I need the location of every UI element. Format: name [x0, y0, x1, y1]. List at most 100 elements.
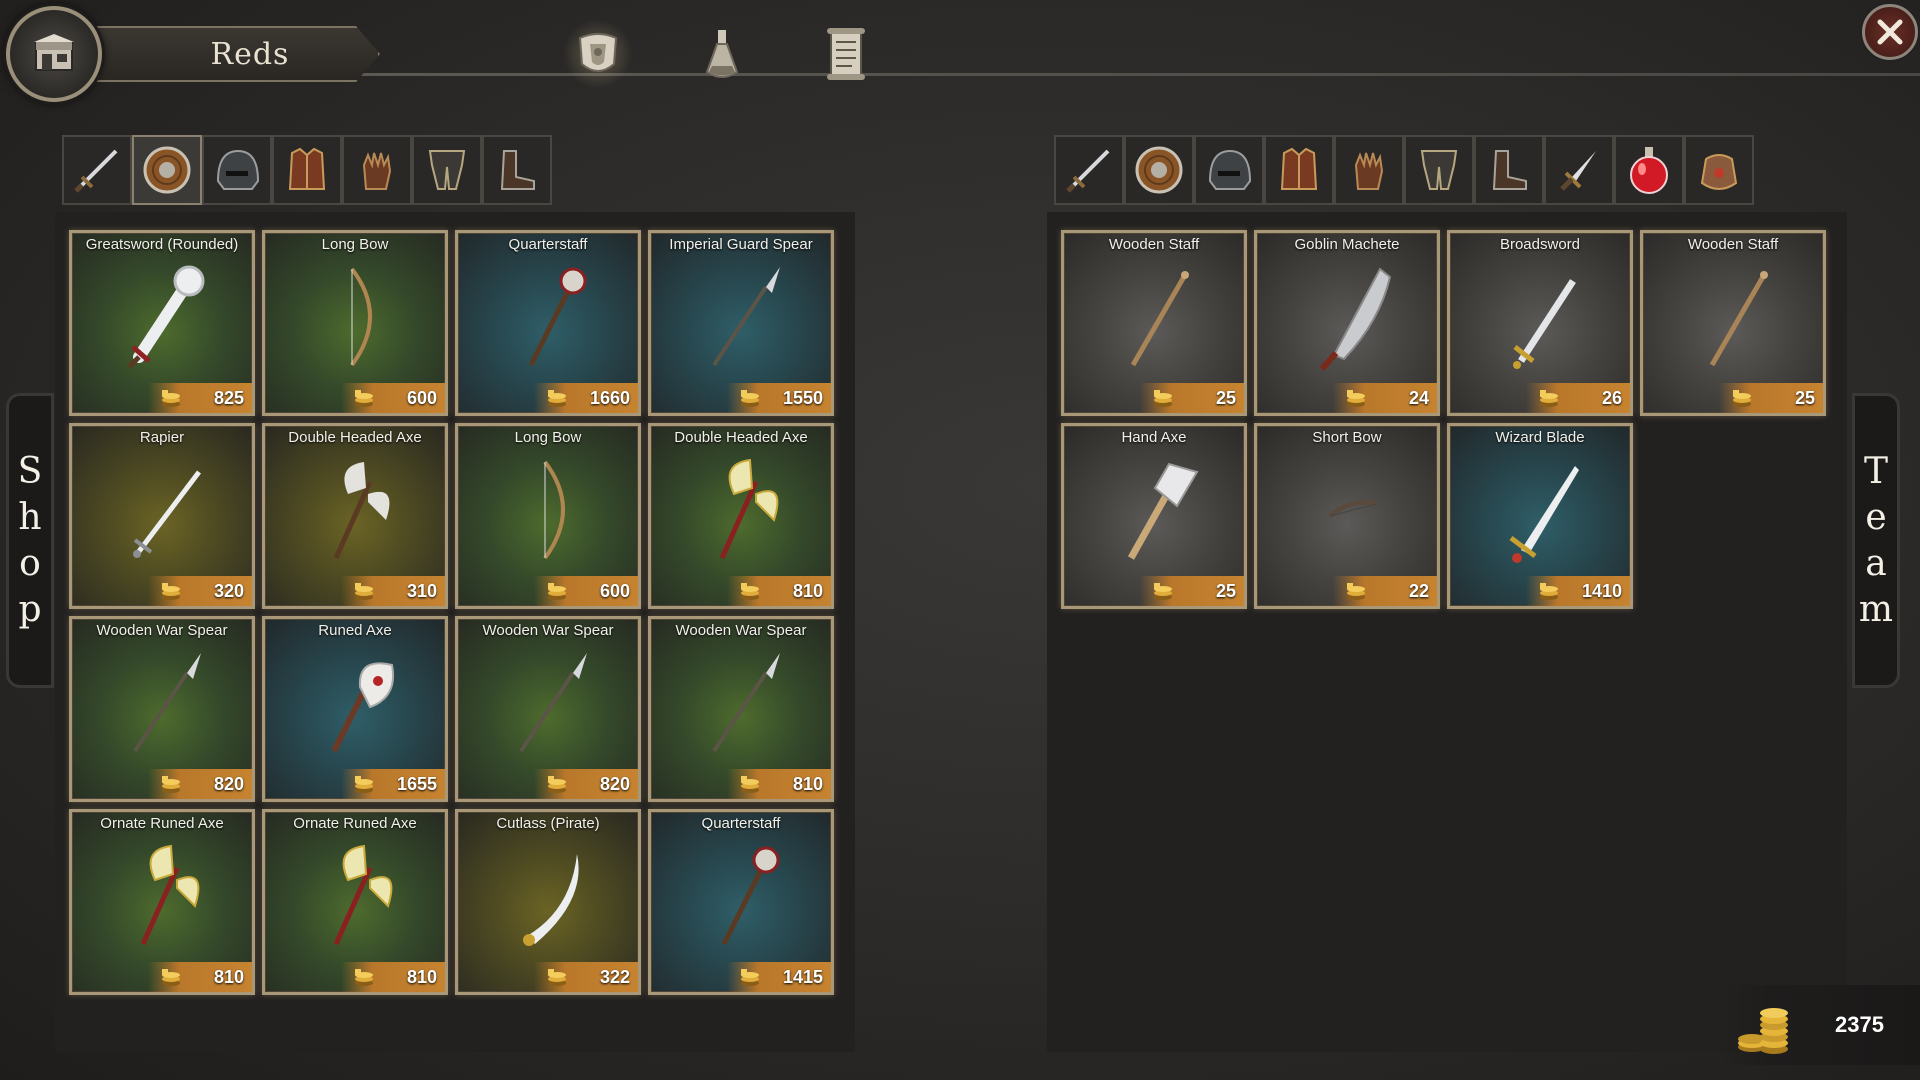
item-price-tag: 600 [341, 383, 445, 413]
item-name: Goblin Machete [1294, 236, 1400, 253]
item-price-tag: 810 [148, 962, 252, 992]
item-price: 820 [213, 773, 244, 794]
shop-panel: Greatsword (Rounded) 825 Long Bow 600 Quarte… [55, 212, 855, 1052]
item-card[interactable]: Ornate Runed Axe 810 [262, 809, 448, 995]
gold-counter: 2375 [1718, 985, 1920, 1065]
item-price-tag: 322 [534, 962, 638, 992]
runed-axe-weapon-icon [331, 662, 394, 753]
item-card[interactable]: Rapier 320 [69, 423, 255, 609]
item-card[interactable]: Broadsword 26 [1447, 230, 1633, 416]
item-name: Wooden Staff [1687, 236, 1779, 253]
top-bar: Reds [0, 0, 1920, 110]
item-card[interactable]: Double Headed Axe 810 [648, 423, 834, 609]
bow-weapon-icon [350, 267, 372, 367]
team-category-boots[interactable] [1474, 135, 1544, 205]
item-price-tag: 310 [341, 576, 445, 606]
potions-tab[interactable] [686, 18, 758, 90]
item-card[interactable]: Cutlass (Pirate) 322 [455, 809, 641, 995]
item-price-tag: 825 [148, 383, 252, 413]
item-price: 600 [599, 580, 630, 601]
item-card[interactable]: Ornate Runed Axe 810 [69, 809, 255, 995]
item-card[interactable]: Long Bow 600 [262, 230, 448, 416]
scroll-tab[interactable] [810, 18, 882, 90]
team-category-health-potion[interactable] [1614, 135, 1684, 205]
shop-side-tab[interactable]: Shop [6, 393, 54, 688]
shop-category-gloves[interactable] [342, 135, 412, 205]
gold-coin-icon [548, 969, 566, 986]
shop-category-helmet[interactable] [202, 135, 272, 205]
item-card[interactable]: Double Headed Axe 310 [262, 423, 448, 609]
team-category-leg-armor[interactable] [1404, 135, 1474, 205]
helmet-icon [1208, 149, 1252, 190]
gold-coin-icon [741, 969, 759, 986]
item-card[interactable]: Goblin Machete 24 [1254, 230, 1440, 416]
team-category-dagger[interactable] [1544, 135, 1614, 205]
close-button[interactable] [1862, 4, 1918, 60]
item-price: 24 [1408, 387, 1429, 408]
shop-category-boots[interactable] [482, 135, 552, 205]
item-card[interactable]: Quarterstaff 1415 [648, 809, 834, 995]
item-card[interactable]: Quarterstaff 1660 [455, 230, 641, 416]
equipment-tab[interactable] [562, 18, 634, 90]
shield-icon [143, 146, 191, 194]
machete-weapon-icon [1319, 267, 1392, 371]
item-card[interactable]: Short Bow 22 [1254, 423, 1440, 609]
item-name: Long Bow [321, 236, 389, 253]
item-name: Wooden War Spear [675, 622, 807, 639]
gloves-icon [362, 152, 392, 190]
item-card[interactable]: Wizard Blade 1410 [1447, 423, 1633, 609]
item-card[interactable]: Hand Axe 25 [1061, 423, 1247, 609]
staff-weapon-icon [1709, 271, 1768, 367]
item-price-tag: 1550 [727, 383, 831, 413]
item-card[interactable]: Wooden Staff 25 [1061, 230, 1247, 416]
item-name: Wooden War Spear [96, 622, 228, 639]
item-name: Quarterstaff [508, 236, 588, 253]
shop-category-shield[interactable] [132, 135, 202, 205]
item-name: Wooden Staff [1108, 236, 1200, 253]
shield-icon [1135, 146, 1183, 194]
item-card[interactable]: Long Bow 600 [455, 423, 641, 609]
team-side-tab[interactable]: Team [1852, 393, 1900, 688]
item-card[interactable]: Wooden Staff 25 [1640, 230, 1826, 416]
item-card[interactable]: Wooden War Spear 820 [69, 616, 255, 802]
team-name: Reds [210, 36, 290, 72]
item-name: Double Headed Axe [288, 429, 422, 446]
double-axe-gold-weapon-icon [333, 844, 393, 946]
item-price: 810 [792, 773, 823, 794]
item-price: 1550 [782, 387, 823, 408]
sword-icon [74, 149, 118, 193]
gold-coin-icon [1154, 390, 1172, 407]
team-category-shield[interactable] [1124, 135, 1194, 205]
item-price-tag: 820 [148, 769, 252, 799]
item-price: 322 [599, 966, 630, 987]
item-card[interactable]: Runed Axe 1655 [262, 616, 448, 802]
item-name: Imperial Guard Spear [669, 236, 813, 253]
gold-coin-icon [741, 390, 759, 407]
item-price: 600 [406, 387, 437, 408]
item-price-tag: 25 [1719, 383, 1823, 413]
double-axe-gold-weapon-icon [140, 844, 200, 946]
gold-coin-icon [162, 390, 180, 407]
item-price-tag: 24 [1333, 383, 1437, 413]
team-category-sword[interactable] [1054, 135, 1124, 205]
item-card[interactable]: Greatsword (Rounded) 825 [69, 230, 255, 416]
item-card[interactable]: Wooden War Spear 810 [648, 616, 834, 802]
close-icon [1877, 19, 1903, 45]
team-category-helmet[interactable] [1194, 135, 1264, 205]
team-category-gloves[interactable] [1334, 135, 1404, 205]
boots-icon [500, 150, 535, 190]
shop-side-label: Shop [17, 450, 43, 630]
helmet-icon [216, 149, 260, 190]
gold-coin-icon [548, 390, 566, 407]
team-category-chest-armor[interactable] [1264, 135, 1334, 205]
item-card[interactable]: Wooden War Spear 820 [455, 616, 641, 802]
cutlass-weapon-icon [523, 854, 579, 946]
shop-category-sword[interactable] [62, 135, 132, 205]
item-price: 25 [1215, 387, 1236, 408]
chest-armor-icon [288, 147, 326, 190]
shop-category-chest-armor[interactable] [272, 135, 342, 205]
team-category-pouch[interactable] [1684, 135, 1754, 205]
item-card[interactable]: Imperial Guard Spear 1550 [648, 230, 834, 416]
item-price: 1655 [396, 773, 437, 794]
shop-category-leg-armor[interactable] [412, 135, 482, 205]
